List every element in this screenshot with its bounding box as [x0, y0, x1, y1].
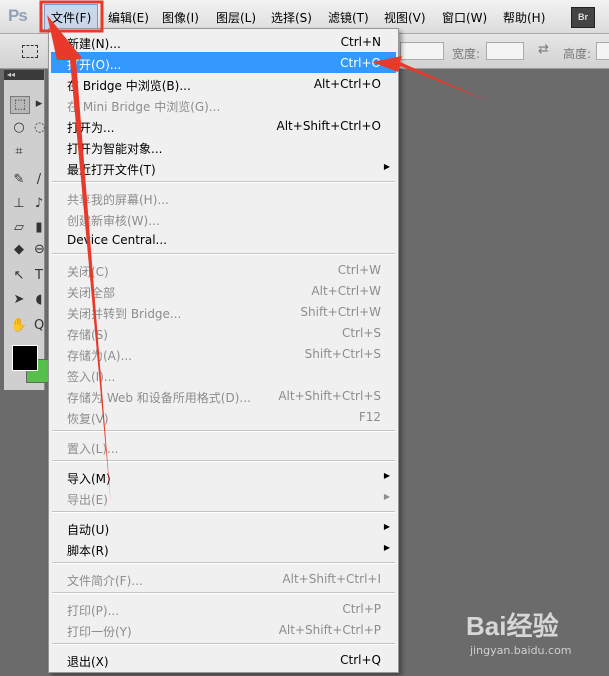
watermark-url: jingyan.baidu.com [470, 644, 572, 657]
annotation-overlay [39, 0, 488, 505]
annotation-arrow-up [47, 15, 111, 505]
baidu-watermark: Bai经验 [466, 611, 559, 641]
annotation-arrow-left [372, 56, 488, 101]
